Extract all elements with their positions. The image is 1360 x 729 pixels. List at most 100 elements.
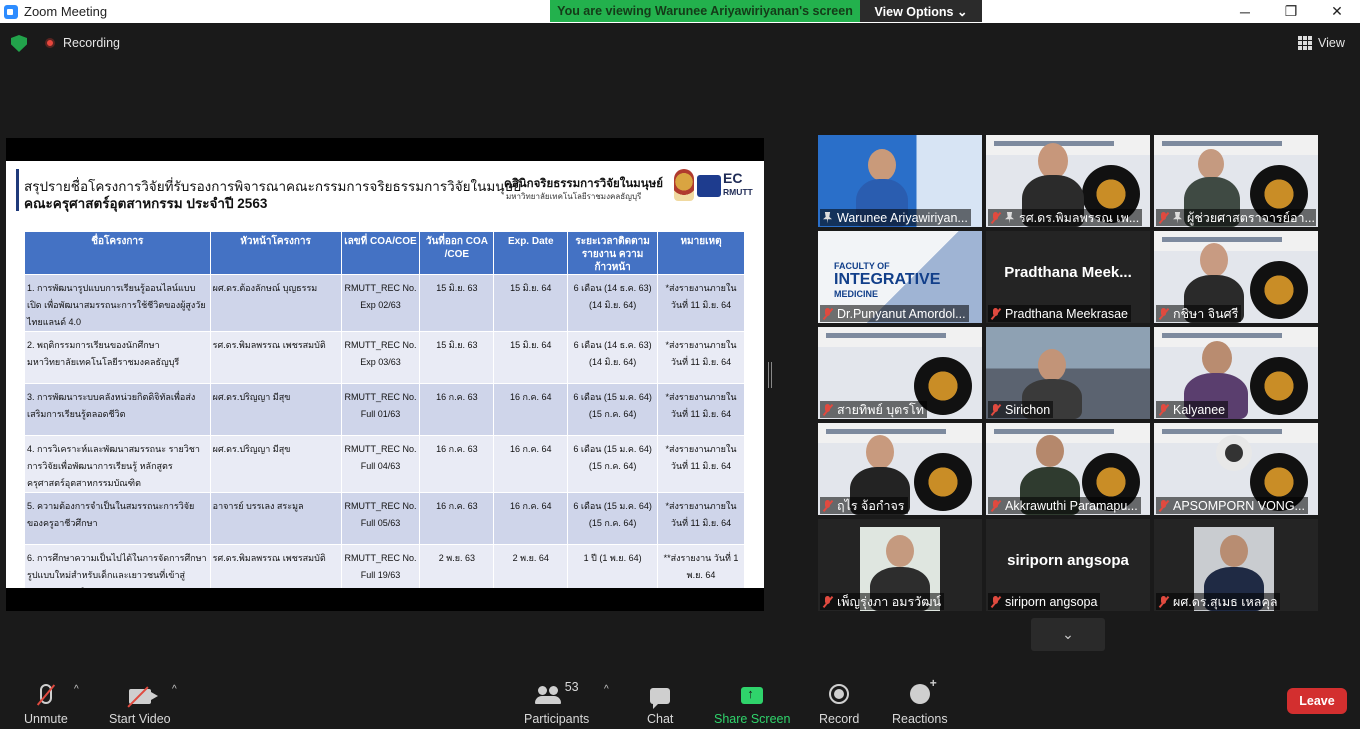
video-tile[interactable]: FACULTY OF INTEGRATIVE MEDICINE Dr.Punyanu…	[818, 231, 982, 323]
table-cell: ผศ.ดร.ปริญญา มีสุข	[209, 435, 342, 493]
table-cell: 16 ก.ค. 64	[493, 383, 569, 436]
table-header: ระยะเวลาติดตาม รายงาน ความก้าวหน้า	[567, 231, 659, 275]
faculty-banner-text: FACULTY OF INTEGRATIVE MEDICINE	[834, 261, 941, 299]
start-video-label: Start Video	[109, 712, 171, 726]
video-tile[interactable]: Pradthana Meek... Pradthana Meekrasae	[986, 231, 1150, 323]
record-label: Record	[819, 712, 860, 726]
video-tile[interactable]: Kalyanee	[1154, 327, 1318, 419]
table-cell: RMUTT_REC No. Full 05/63	[340, 492, 421, 545]
ministry-logo-icon	[697, 175, 721, 197]
participant-name: siriporn angsopa	[988, 593, 1101, 610]
video-tile[interactable]: APSOMPORN VONG...	[1154, 423, 1318, 515]
reactions-button[interactable]: Reactions	[892, 676, 948, 726]
video-tile[interactable]: รศ.ดร.พิมลพรรณ เพ...	[986, 135, 1150, 227]
table-cell: 6 เดือน (15 ม.ค. 64) (15 ก.ค. 64)	[567, 435, 659, 493]
table-cell: *ส่งรายงานภายใน วันที่ 11 มิ.ย. 64	[657, 383, 745, 436]
table-cell: 15 มิ.ย. 64	[493, 274, 569, 332]
video-tile[interactable]: Warunee Ariyawiriyan...	[818, 135, 982, 227]
video-options-caret-icon[interactable]: ^	[172, 684, 177, 695]
muted-mic-icon	[1159, 211, 1168, 224]
share-screen-button[interactable]: Share Screen	[714, 680, 790, 726]
table-cell: RMUTT_REC No. Full 19/63	[340, 544, 421, 588]
leave-button[interactable]: Leave	[1287, 688, 1347, 714]
participant-name: Kalyanee	[1156, 401, 1229, 418]
table-cell: 15 มิ.ย. 63	[419, 274, 495, 332]
maximize-button[interactable]: ❐	[1268, 0, 1314, 23]
table-cell: รศ.ดร.พิมลพรรณ เพชรสมบัติ	[209, 331, 342, 384]
audio-options-caret-icon[interactable]: ^	[74, 684, 79, 695]
video-tile[interactable]: ผศ.ดร.สุเมธ เหลคุล	[1154, 519, 1318, 611]
table-header: หมายเหตุ	[657, 231, 745, 275]
table-cell: 16 ก.ค. 63	[419, 383, 495, 436]
zoom-logo-icon	[4, 4, 18, 19]
obs-logo-icon	[1216, 435, 1252, 471]
view-options-button[interactable]: View Options ⌄	[860, 0, 982, 22]
muted-mic-icon	[991, 211, 1000, 224]
table-header: เลขที่ COA/COE	[340, 231, 421, 275]
muted-mic-icon	[991, 499, 1000, 512]
table-cell: 1 ปี (1 พ.ย. 64)	[567, 544, 659, 588]
slide-subtitle: คณะครุศาสตร์อุตสาหกรรม ประจำปี 2563	[24, 196, 268, 211]
muted-mic-icon	[823, 499, 832, 512]
participant-name: ผู้ช่วยศาสตราจารย์อา...	[1156, 209, 1316, 226]
video-tile[interactable]: กชิษา จินศรี	[1154, 231, 1318, 323]
view-button[interactable]: View	[1298, 32, 1345, 54]
recording-indicator[interactable]: Recording	[45, 36, 120, 50]
video-tile[interactable]: siriporn angsopa siriporn angsopa	[986, 519, 1150, 611]
chat-icon	[650, 688, 671, 709]
start-video-button[interactable]: Start Video	[109, 680, 171, 726]
participants-icon	[534, 686, 561, 704]
participant-name: Warunee Ariyawiriyan...	[820, 209, 971, 226]
table-cell: 16 ก.ค. 64	[493, 435, 569, 493]
minimize-button[interactable]: ─	[1222, 0, 1268, 23]
participant-name: ฤไร จ้อกำจร	[820, 497, 908, 514]
view-label: View	[1318, 36, 1345, 50]
participant-name: สายทิพย์ บุตรโท	[820, 401, 927, 418]
gallery-next-page-button[interactable]: ⌄	[1031, 618, 1105, 651]
record-icon	[829, 684, 850, 704]
video-tile[interactable]: ผู้ช่วยศาสตราจารย์อา...	[1154, 135, 1318, 227]
participant-name: รศ.ดร.พิมลพรรณ เพ...	[988, 209, 1143, 226]
table-header: Exp. Date	[493, 231, 569, 275]
reactions-icon	[909, 676, 937, 704]
video-tile[interactable]: Akkrawuthi Paramapu...	[986, 423, 1150, 515]
close-button[interactable]: ✕	[1314, 0, 1360, 23]
participant-name: Sirichon	[988, 401, 1054, 418]
table-cell: ผศ.ดร.ต้องลักษณ์ บุญธรรม	[209, 274, 342, 332]
pin-icon	[823, 211, 832, 224]
table-cell: 6 เดือน (15 ม.ค. 64) (15 ก.ค. 64)	[567, 383, 659, 436]
unmute-label: Unmute	[24, 712, 68, 726]
record-button[interactable]: Record	[819, 680, 859, 726]
table-row: 5. ความต้องการจำเป็นในสมรรถนะการวิจัยของ…	[24, 492, 745, 545]
video-tile[interactable]: ฤไร จ้อกำจร	[818, 423, 982, 515]
table-cell: RMUTT_REC No. Full 04/63	[340, 435, 421, 493]
table-row: 4. การวิเคราะห์และพัฒนาสมรรถนะ รายวิชากา…	[24, 435, 745, 493]
participants-button[interactable]: 53 Participants	[524, 680, 589, 726]
table-cell: 6. การศึกษาความเป็นไปได้ในการจัดการศึกษา…	[24, 544, 211, 588]
video-tile[interactable]: เพ็ญรุ่งภา อมรวัฒน์	[818, 519, 982, 611]
table-cell: RMUTT_REC No. Exp 03/63	[340, 331, 421, 384]
table-cell: ผศ.ดร.ปริญญา มีสุข	[209, 383, 342, 436]
participant-display-name: Pradthana Meek...	[1004, 264, 1132, 281]
security-shield-icon[interactable]	[11, 35, 27, 52]
split-resize-handle[interactable]	[768, 362, 772, 388]
table-cell: 15 มิ.ย. 63	[419, 331, 495, 384]
muted-mic-icon	[823, 307, 832, 320]
chat-button[interactable]: Chat	[647, 680, 673, 726]
shared-slide: สรุปรายชื่อโครงการวิจัยที่รับรองการพิจาร…	[6, 161, 764, 588]
table-cell: 15 มิ.ย. 64	[493, 331, 569, 384]
participants-options-caret-icon[interactable]: ^	[604, 684, 609, 695]
table-cell: 16 ก.ค. 63	[419, 492, 495, 545]
video-tile[interactable]: Sirichon	[986, 327, 1150, 419]
screen-share-banner: You are viewing Warunee Ariyawiriyanan's…	[550, 0, 982, 22]
table-cell: 2. พฤติกรรมการเรียนของนักศึกษามหาวิทยาลั…	[24, 331, 211, 384]
muted-mic-icon	[1159, 403, 1168, 416]
share-screen-icon	[741, 686, 764, 704]
participant-name: กชิษา จินศรี	[1156, 305, 1242, 322]
unmute-button[interactable]: Unmute	[24, 680, 68, 726]
table-cell: 1. การพัฒนารูปแบบการเรียนรู้ออนไลน์แบบเป…	[24, 274, 211, 332]
muted-mic-icon	[1159, 595, 1168, 608]
video-tile[interactable]: สายทิพย์ บุตรโท	[818, 327, 982, 419]
participant-name: Dr.Punyanut Amordol...	[820, 305, 969, 322]
slide-title-accent	[16, 169, 19, 211]
